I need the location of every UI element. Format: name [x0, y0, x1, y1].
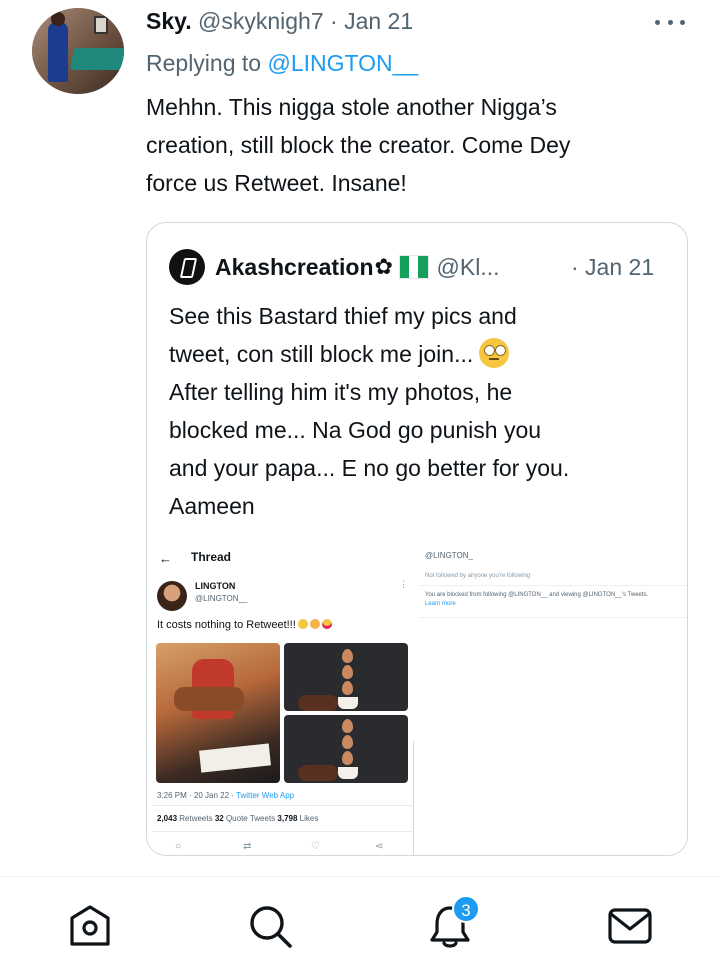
more-horizontal-icon	[655, 19, 660, 25]
screenshot-profile-panel: @LINGTON_ Not followed by anyone you're …	[419, 541, 687, 651]
eye-roll-emoji-icon	[479, 338, 510, 368]
more-options-button[interactable]	[652, 10, 688, 34]
screenshot-thread-panel: ← Thread LINGTON @LINGTON__ ⋮ It costs n…	[147, 541, 414, 855]
screenshot-blocked-notice: You are blocked from following @LINGTON_…	[425, 592, 649, 607]
share-icon: ⋖	[375, 841, 384, 852]
author-avatar[interactable]	[32, 8, 124, 94]
screenshot-profile-handle: @LINGTON_	[425, 551, 473, 560]
quoted-tweet-header: Akashcreation ✿ @Kl...	[169, 249, 500, 285]
screenshot-thread-title: Thread	[191, 550, 232, 564]
quoted-author-name[interactable]: Akashcreation	[215, 254, 374, 281]
grin-emoji-icon	[297, 619, 308, 629]
messages-icon	[608, 908, 652, 944]
back-arrow-icon: ←	[159, 551, 172, 566]
nav-search-button[interactable]	[246, 902, 294, 950]
replying-to-handle[interactable]: @LINGTON__	[267, 50, 418, 76]
screenshot-photo-eggs-1	[284, 643, 408, 711]
quoted-author-avatar[interactable]	[169, 249, 205, 285]
home-icon	[70, 905, 110, 946]
screenshot-avatar	[157, 581, 187, 611]
tweet-date[interactable]: Jan 21	[344, 8, 413, 34]
tweet-header: Sky. @skyknigh7 · Jan 21	[146, 8, 414, 34]
notification-count-badge: 3	[452, 895, 480, 923]
reply-icon: ○	[175, 841, 182, 852]
screenshot-stats: 2,043 Retweets 32 Quote Tweets 3,798 Lik…	[157, 814, 319, 823]
quoted-tweet-text: See this Bastard thief my pics and tweet…	[169, 303, 570, 519]
tweet-text: Mehhn. This nigga stole another Nigga’s …	[146, 94, 571, 196]
quoted-tweet-date[interactable]: · Jan 21	[571, 250, 654, 284]
nav-home-button[interactable]	[66, 902, 114, 950]
author-name[interactable]: Sky.	[146, 8, 192, 34]
like-icon: ♡	[311, 841, 320, 852]
heart-eyes-emoji-icon	[321, 619, 332, 629]
retweet-icon: ⇄	[243, 841, 252, 852]
party-emoji-icon	[309, 619, 320, 629]
screenshot-timestamp: 3:26 PM · 20 Jan 22 · Twitter Web App	[157, 791, 295, 800]
flower-badge-icon: ✿	[374, 254, 393, 279]
author-handle[interactable]: @skyknigh7	[198, 8, 324, 34]
screenshot-user-handle: @LINGTON__	[195, 594, 248, 603]
screenshot-user-name: LINGTON	[195, 581, 236, 591]
search-icon	[250, 906, 292, 948]
attached-screenshot-image[interactable]: ← Thread LINGTON @LINGTON__ ⋮ It costs n…	[147, 541, 687, 855]
replying-to: Replying to @LINGTON__	[146, 50, 419, 76]
nigeria-flag-icon	[398, 255, 429, 279]
quoted-tweet-card[interactable]: Akashcreation ✿ @Kl... · Jan 21 See this…	[146, 222, 688, 856]
screenshot-photo-man	[156, 643, 280, 783]
screenshot-follow-info: Not followed by anyone you're following	[425, 573, 531, 579]
screenshot-more-icon: ⋮	[399, 579, 408, 589]
screenshot-photo-eggs-2	[284, 715, 408, 783]
nav-messages-button[interactable]	[606, 902, 654, 950]
quoted-author-handle[interactable]: @Kl...	[437, 254, 500, 281]
screenshot-tweet-text: It costs nothing to Retweet!!!	[157, 619, 332, 631]
screenshot-action-bar: ○ ⇄ ♡ ⋖	[175, 841, 385, 853]
